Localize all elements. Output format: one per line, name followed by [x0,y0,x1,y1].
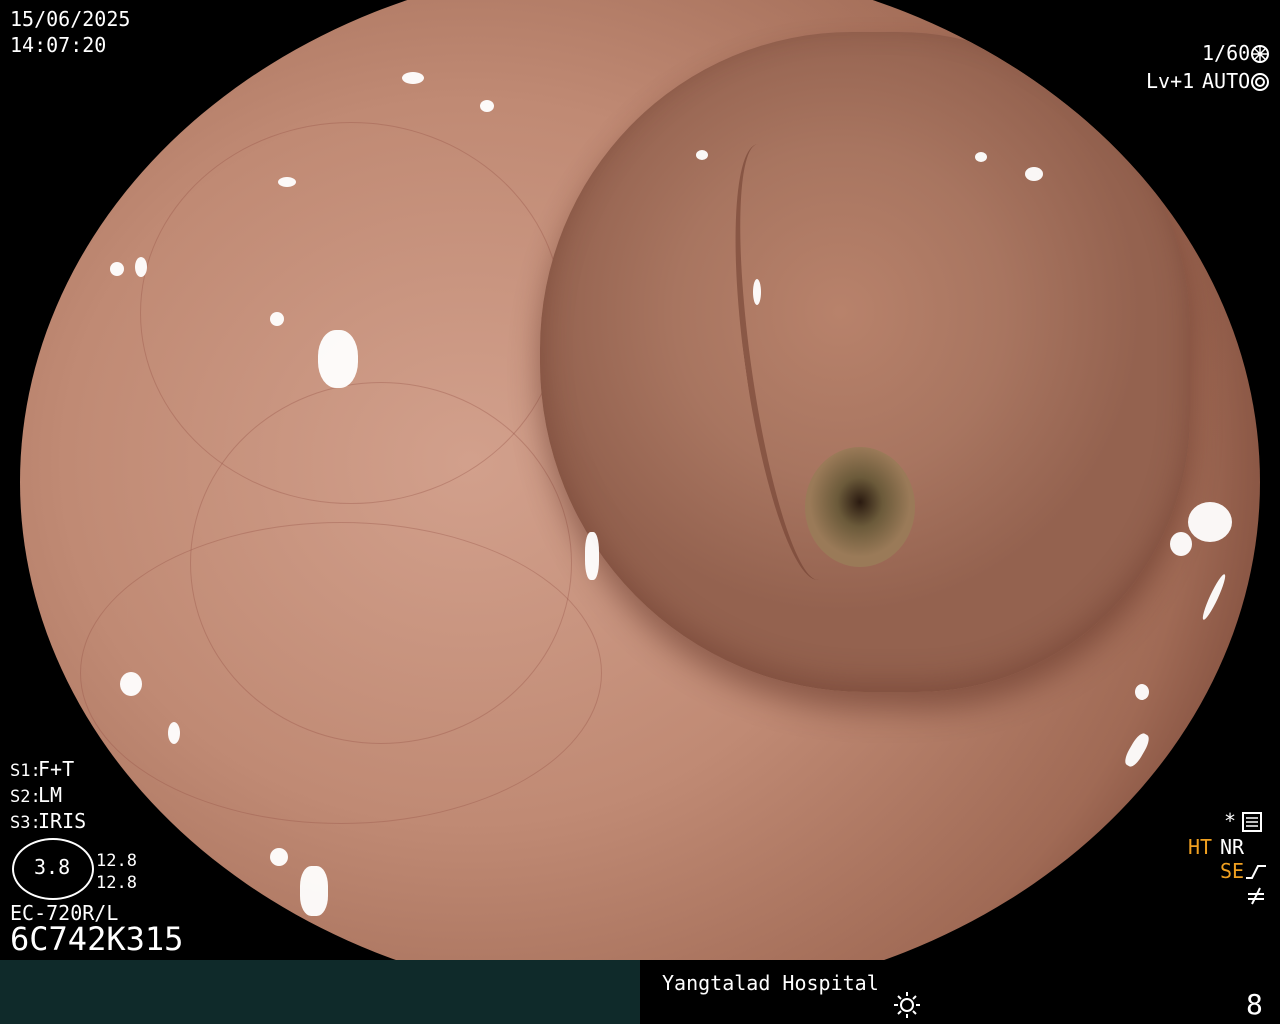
glint [1188,502,1232,542]
glint [1170,532,1192,556]
s3-value: IRIS [38,809,87,833]
glint [1121,730,1153,770]
frame-counter: 8 [1246,988,1263,1021]
sun-icon [894,992,920,1018]
glint [1135,684,1149,700]
ht-indicator: HT [1188,835,1213,859]
hospital-name: Yangtalad Hospital [662,971,879,995]
glint [753,279,761,305]
camera-icon [1251,73,1269,91]
settings-icon [1242,812,1262,832]
endoscope-view [20,0,1260,1002]
not-equal-icon [1248,887,1264,905]
time-text: 14:07:20 [10,33,107,57]
glint [110,262,124,276]
glint [975,152,987,162]
mucosa-vessel [80,522,602,824]
glint [1025,167,1043,181]
glint [402,72,424,84]
iris-bottom-value: 12.8 [96,873,137,893]
s2-value: LM [38,783,63,807]
aperture-icon [1251,45,1269,63]
bottom-bar-left [0,960,640,1024]
glint [300,866,328,916]
asterisk-mark: * [1224,809,1237,833]
colon-fold [540,32,1190,692]
s3-label: S3: [10,813,41,833]
date-text: 15/06/2025 [10,7,131,31]
glint [585,532,599,580]
glint [270,312,284,326]
serial-number: 6C742K315 [10,920,184,958]
iris-value: 3.8 [34,855,71,879]
shutter-text: 1/60 [1202,41,1251,65]
glint [1199,572,1229,622]
level-text: Lv+1 [1146,69,1195,93]
glint [270,848,288,866]
enhance-curve-icon [1246,865,1266,879]
glint [278,177,296,187]
se-indicator: SE [1220,859,1245,883]
iris-top-value: 12.8 [96,851,137,871]
mode-text: AUTO [1202,69,1251,93]
glint [168,722,180,744]
glint [120,672,142,696]
glint [480,100,494,112]
glint [696,150,708,160]
nr-indicator: NR [1220,835,1245,859]
s2-label: S2: [10,787,41,807]
lumen [805,447,915,567]
glint [318,330,358,388]
s1-label: S1: [10,761,41,781]
glint [135,257,147,277]
s1-value: F+T [38,757,75,781]
